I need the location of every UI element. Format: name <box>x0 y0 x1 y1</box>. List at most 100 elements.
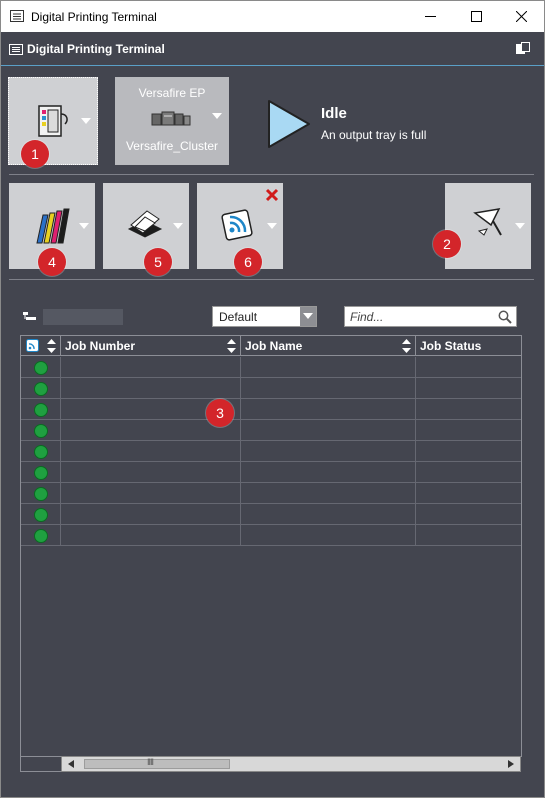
printer-status-title: Idle <box>321 105 347 122</box>
undock-icon[interactable] <box>516 42 530 54</box>
scrollbar-corner <box>20 756 62 772</box>
printer-cluster-button[interactable]: Versafire EP Versafire_Cluster <box>115 77 229 165</box>
table-cell <box>61 462 241 483</box>
app-window: Digital Printing Terminal Digital Printi… <box>0 0 545 798</box>
paper-stack-icon <box>127 210 163 238</box>
printer-status-message: An output tray is full <box>321 128 427 142</box>
table-row[interactable] <box>21 378 521 399</box>
scroll-left-button[interactable] <box>62 757 80 771</box>
maximize-button[interactable] <box>453 1 499 32</box>
status-indicator-icon <box>34 487 48 501</box>
table-cell <box>21 525 61 546</box>
table-cell <box>241 441 416 462</box>
status-indicator-icon <box>34 508 48 522</box>
table-cell <box>61 441 241 462</box>
table-cell <box>416 483 521 504</box>
status-indicator-icon <box>34 424 48 438</box>
table-cell <box>416 441 521 462</box>
tree-view-icon[interactable] <box>23 312 37 322</box>
lamp-icon <box>473 208 502 236</box>
close-button[interactable] <box>498 1 544 32</box>
chevron-down-icon <box>173 223 183 229</box>
table-row[interactable] <box>21 399 521 420</box>
table-row[interactable] <box>21 420 521 441</box>
chevron-down-icon <box>81 118 91 124</box>
printer-model-label: Versafire EP <box>138 86 206 100</box>
table-cell <box>416 504 521 525</box>
toner-icon <box>36 208 70 244</box>
column-header-label: Job Status <box>420 339 482 353</box>
table-cell <box>416 525 521 546</box>
sort-icon <box>47 339 56 353</box>
status-indicator-icon <box>34 445 48 459</box>
rss-feed-icon <box>221 209 253 241</box>
search-input[interactable]: Find... <box>344 306 517 327</box>
table-cell <box>416 462 521 483</box>
table-cell <box>241 462 416 483</box>
scroll-right-button[interactable] <box>502 757 520 771</box>
chevron-down-icon <box>303 313 313 319</box>
table-cell <box>241 378 416 399</box>
table-cell <box>61 504 241 525</box>
table-row[interactable] <box>21 525 521 546</box>
app-icon <box>10 10 24 22</box>
maximize-icon <box>470 11 482 22</box>
table-row[interactable] <box>21 357 521 378</box>
status-indicator-icon <box>34 466 48 480</box>
sort-icon <box>402 339 411 353</box>
table-cell <box>241 525 416 546</box>
chevron-right-icon <box>508 760 514 768</box>
chevron-down-icon <box>79 223 89 229</box>
lighting-button[interactable] <box>445 183 531 269</box>
table-cell <box>21 483 61 504</box>
callout-badge-6: 6 <box>234 248 262 276</box>
column-header-job-number[interactable]: Job Number <box>61 336 241 356</box>
table-cell <box>21 420 61 441</box>
group-filter-field[interactable] <box>43 309 123 325</box>
close-icon <box>515 11 527 22</box>
table-cell <box>416 378 521 399</box>
status-column-header[interactable] <box>21 336 61 356</box>
chevron-down-icon <box>267 223 277 229</box>
callout-badge-4: 4 <box>38 248 66 276</box>
printer-cluster-label: Versafire_Cluster <box>125 139 219 153</box>
table-cell <box>241 399 416 420</box>
sort-icon <box>227 339 236 353</box>
scrollbar-thumb[interactable]: IIII <box>84 757 230 769</box>
table-row[interactable] <box>21 504 521 525</box>
table-cell <box>61 525 241 546</box>
table-cell <box>416 357 521 378</box>
column-header-job-name[interactable]: Job Name <box>241 336 416 356</box>
table-header: Job Number Job Name Job Status <box>21 336 521 356</box>
view-select[interactable]: Default <box>212 306 317 327</box>
play-icon[interactable] <box>265 97 313 151</box>
table-row[interactable] <box>21 462 521 483</box>
status-indicator-icon <box>34 382 48 396</box>
callout-badge-1: 1 <box>21 140 49 168</box>
column-header-job-status[interactable]: Job Status <box>416 336 521 356</box>
search-icon <box>498 310 512 324</box>
table-row[interactable] <box>21 441 521 462</box>
table-cell <box>241 504 416 525</box>
table-cell <box>241 357 416 378</box>
search-placeholder: Find... <box>350 310 384 324</box>
window-titlebar: Digital Printing Terminal <box>1 1 544 32</box>
app-header: Digital Printing Terminal <box>1 32 544 66</box>
table-cell <box>21 357 61 378</box>
chevron-left-icon <box>68 760 74 768</box>
table-cell <box>21 399 61 420</box>
table-cell <box>61 483 241 504</box>
job-table: Job Number Job Name Job Status <box>20 335 522 757</box>
chevron-down-icon <box>212 113 222 119</box>
table-cell <box>61 378 241 399</box>
horizontal-scrollbar[interactable]: IIII <box>61 756 521 772</box>
status-indicator-icon <box>34 403 48 417</box>
divider <box>9 174 534 175</box>
column-header-label: Job Name <box>245 339 303 353</box>
table-cell <box>21 504 61 525</box>
dropdown-arrow[interactable] <box>300 307 316 326</box>
table-row[interactable] <box>21 483 521 504</box>
printer-cluster-icon <box>151 111 191 126</box>
window-title: Digital Printing Terminal <box>31 10 157 24</box>
minimize-button[interactable] <box>407 1 453 32</box>
